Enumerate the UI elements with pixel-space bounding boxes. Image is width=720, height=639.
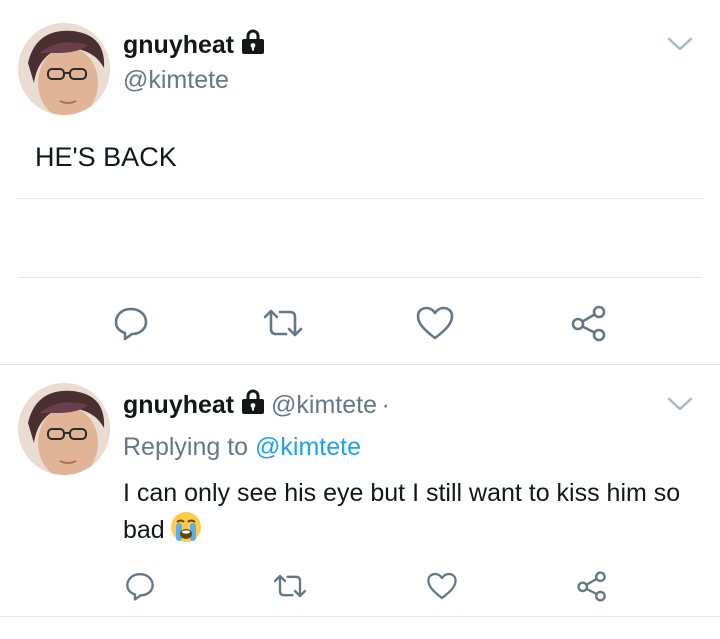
reply-button[interactable] bbox=[108, 300, 154, 346]
reply-text: I can only see his eye but I still want … bbox=[123, 479, 681, 544]
replying-prefix: Replying to bbox=[123, 433, 249, 461]
reply-button[interactable] bbox=[120, 566, 160, 606]
divider bbox=[18, 198, 702, 199]
reply-icon bbox=[114, 307, 148, 341]
retweet-icon bbox=[273, 574, 307, 598]
divider bbox=[0, 616, 720, 617]
like-icon bbox=[427, 572, 457, 600]
share-button[interactable] bbox=[566, 300, 612, 346]
reply-author-name[interactable]: gnuyheat bbox=[123, 391, 234, 419]
chevron-down-icon[interactable] bbox=[665, 394, 695, 419]
replying-to-mention[interactable]: @kimtete bbox=[255, 433, 361, 461]
share-icon bbox=[577, 571, 606, 602]
share-icon bbox=[571, 305, 606, 342]
replying-to-line: Replying to @kimtete bbox=[123, 433, 361, 462]
retweet-icon bbox=[263, 309, 303, 337]
reply-text-block: I can only see his eye but I still want … bbox=[123, 476, 713, 553]
chevron-down-icon[interactable] bbox=[665, 34, 695, 59]
reply-author-avatar[interactable] bbox=[18, 383, 110, 475]
lock-icon bbox=[239, 28, 267, 61]
tweet-text: HE'S BACK bbox=[35, 142, 177, 172]
crying-face-emoji bbox=[169, 510, 203, 553]
divider bbox=[0, 364, 720, 365]
retweet-button[interactable] bbox=[260, 300, 306, 346]
reply-icon bbox=[126, 573, 154, 601]
like-button[interactable] bbox=[412, 300, 458, 346]
reply-author-row: gnuyheat @kimtete · bbox=[123, 388, 390, 421]
reply-author-handle[interactable]: @kimtete bbox=[271, 391, 377, 419]
lock-icon bbox=[239, 388, 267, 421]
like-button[interactable] bbox=[422, 566, 462, 606]
author-avatar[interactable] bbox=[18, 23, 110, 115]
author-handle[interactable]: @kimtete bbox=[123, 66, 229, 95]
like-icon bbox=[416, 306, 454, 340]
author-name[interactable]: gnuyheat bbox=[123, 31, 234, 59]
retweet-button[interactable] bbox=[270, 566, 310, 606]
separator-dot: · bbox=[381, 391, 390, 419]
author-name-row: gnuyheat bbox=[123, 28, 267, 61]
share-button[interactable] bbox=[572, 566, 612, 606]
divider bbox=[18, 277, 702, 278]
